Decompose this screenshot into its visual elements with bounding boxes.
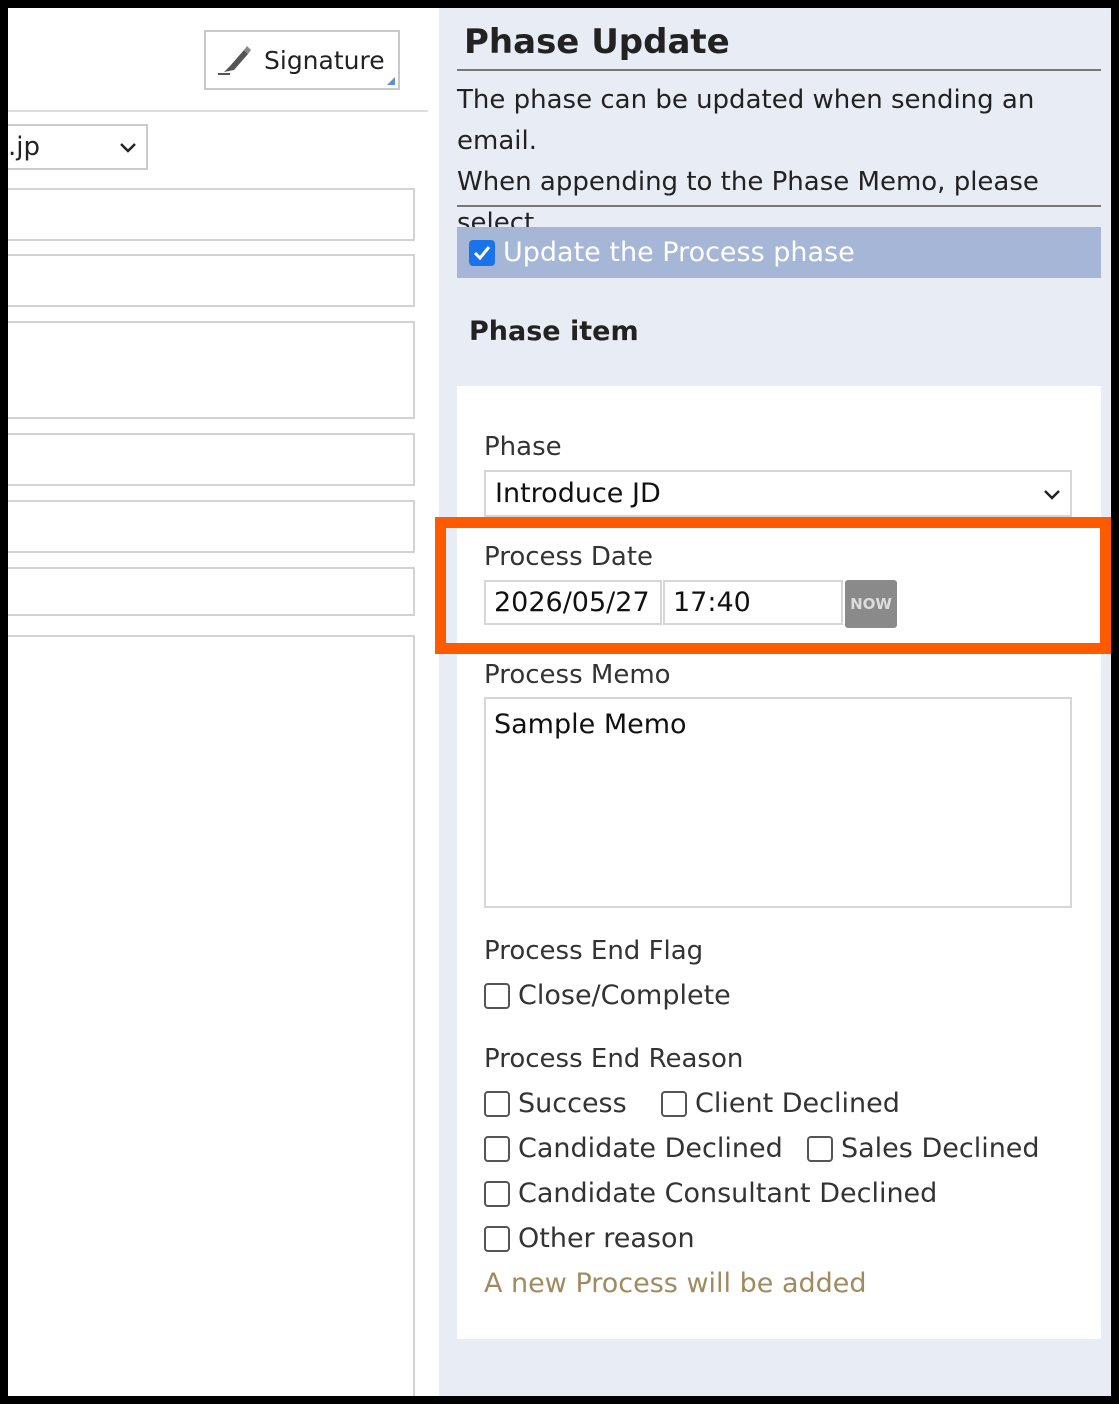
option-label: Close/Complete xyxy=(518,980,731,1011)
sales-declined-checkbox[interactable] xyxy=(807,1135,833,1162)
to-field[interactable] xyxy=(8,188,415,241)
bcc-field[interactable] xyxy=(8,321,415,419)
close-complete-option[interactable]: Close/Complete xyxy=(484,980,731,1011)
phase-select[interactable]: Introduce JD xyxy=(484,470,1072,517)
body-editor[interactable] xyxy=(8,635,415,1396)
update-phase-toggle[interactable]: Update the Process phase xyxy=(457,227,1101,278)
template-field[interactable] xyxy=(8,567,415,616)
phase-value: Introduce JD xyxy=(495,478,661,509)
close-complete-checkbox[interactable] xyxy=(484,982,510,1009)
reason-other[interactable]: Other reason xyxy=(484,1223,695,1254)
reason-success[interactable]: Success xyxy=(484,1088,627,1119)
check-icon xyxy=(473,245,491,260)
reason-candidate-consultant-declined[interactable]: Candidate Consultant Declined xyxy=(484,1178,937,1209)
description-line: The phase can be updated when sending an… xyxy=(457,85,1035,156)
subject-field[interactable] xyxy=(8,433,415,486)
resize-corner-icon xyxy=(387,77,395,85)
option-label: Candidate Declined xyxy=(518,1133,783,1164)
process-memo-textarea[interactable]: Sample Memo xyxy=(484,697,1072,908)
chevron-down-icon xyxy=(1044,490,1060,500)
option-label: Client Declined xyxy=(695,1088,900,1119)
end-flag-label: Process End Flag xyxy=(484,936,704,966)
window: Signature .jp Phase Update The phase can… xyxy=(8,8,1111,1396)
chevron-down-icon xyxy=(120,143,136,153)
end-reason-label: Process End Reason xyxy=(484,1044,744,1074)
reason-client-declined[interactable]: Client Declined xyxy=(661,1088,900,1119)
new-process-note: A new Process will be added xyxy=(484,1268,867,1299)
reason-candidate-declined[interactable]: Candidate Declined xyxy=(484,1133,783,1164)
candidate-declined-checkbox[interactable] xyxy=(484,1135,510,1162)
update-phase-label: Update the Process phase xyxy=(503,237,855,268)
option-label: Sales Declined xyxy=(841,1133,1040,1164)
description-divider xyxy=(457,205,1101,207)
phase-update-panel: Phase Update The phase can be updated wh… xyxy=(439,8,1111,1396)
from-address-select[interactable]: .jp xyxy=(8,124,148,170)
other-reason-checkbox[interactable] xyxy=(484,1225,510,1252)
option-label: Candidate Consultant Declined xyxy=(518,1178,938,1209)
from-address-value: .jp xyxy=(8,132,40,162)
panel-title: Phase Update xyxy=(464,22,730,62)
process-memo-label: Process Memo xyxy=(484,660,671,690)
success-checkbox[interactable] xyxy=(484,1090,510,1117)
update-phase-checkbox[interactable] xyxy=(469,239,495,266)
signature-button[interactable]: Signature xyxy=(204,30,400,90)
client-declined-checkbox[interactable] xyxy=(661,1090,687,1117)
divider xyxy=(8,110,428,112)
title-divider xyxy=(457,69,1101,71)
cc-field[interactable] xyxy=(8,254,415,307)
compose-pane: Signature .jp xyxy=(8,8,438,1396)
candidate-consultant-declined-checkbox[interactable] xyxy=(484,1180,510,1207)
reason-sales-declined[interactable]: Sales Declined xyxy=(807,1133,1040,1164)
option-label: Success xyxy=(518,1088,627,1119)
option-label: Other reason xyxy=(518,1223,695,1254)
pen-icon xyxy=(218,46,251,75)
phase-label: Phase xyxy=(484,432,562,462)
section-title: Phase item xyxy=(469,316,639,347)
process-date-highlight xyxy=(435,517,1111,654)
attachment-field[interactable] xyxy=(8,500,415,553)
signature-label: Signature xyxy=(264,45,385,75)
